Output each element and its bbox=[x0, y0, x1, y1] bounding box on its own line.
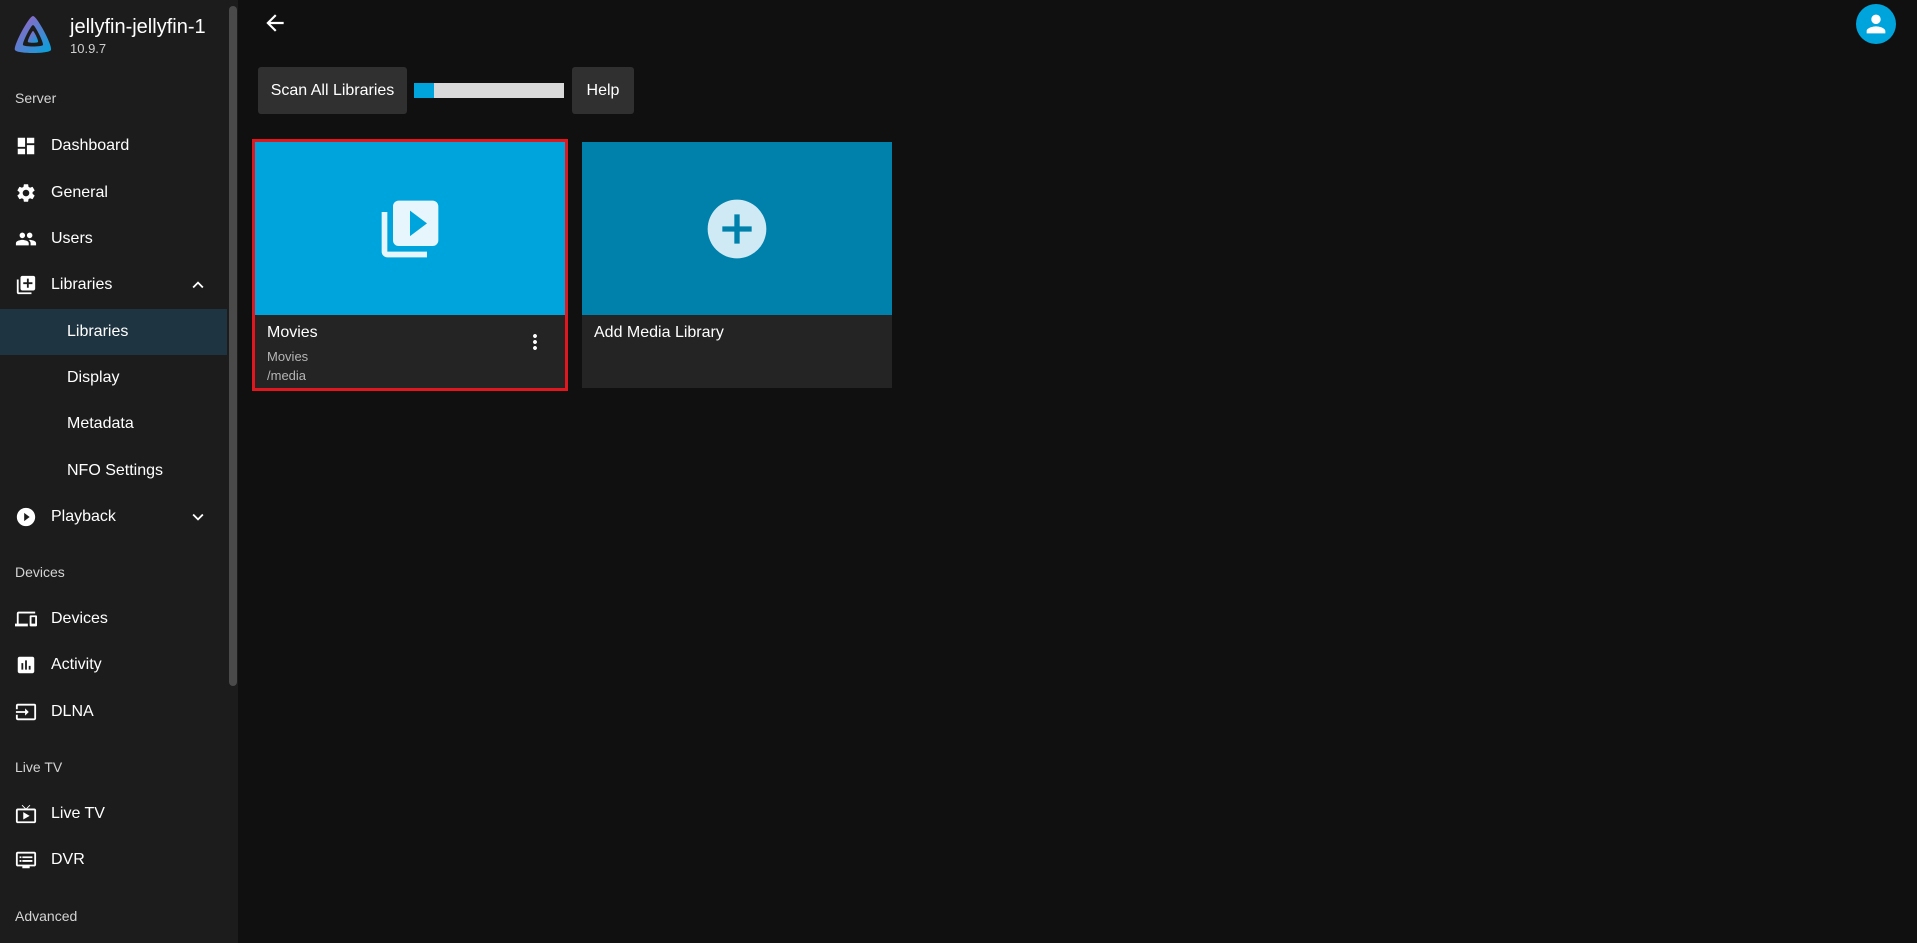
sidebar-item-label: Display bbox=[67, 369, 120, 386]
sidebar-item-label: NFO Settings bbox=[67, 462, 164, 479]
sidebar-item-users[interactable]: Users bbox=[0, 216, 227, 262]
sidebar-subitem-metadata[interactable]: Metadata bbox=[0, 401, 227, 447]
sidebar-item-label: Users bbox=[51, 230, 93, 247]
assessment-icon bbox=[15, 654, 37, 676]
scan-all-libraries-button[interactable]: Scan All Libraries bbox=[258, 67, 407, 114]
input-icon bbox=[15, 701, 37, 723]
sidebar-subitem-libraries[interactable]: Libraries bbox=[0, 309, 227, 355]
add-library-card-image[interactable] bbox=[582, 142, 892, 315]
add-library-title: Add Media Library bbox=[594, 324, 724, 341]
library-type: Movies bbox=[267, 349, 309, 364]
person-icon bbox=[1866, 14, 1886, 34]
scan-progress-bar bbox=[414, 83, 564, 98]
sidebar-item-label: Playback bbox=[51, 508, 116, 525]
sidebar-item-label: Activity bbox=[51, 656, 102, 673]
sidebar-subitem-nfo-settings[interactable]: NFO Settings bbox=[0, 448, 227, 494]
library-title: Movies bbox=[267, 324, 318, 341]
server-name: jellyfin-jellyfin-1 bbox=[70, 16, 206, 38]
add-circle-icon bbox=[707, 199, 767, 258]
library-card-movies[interactable]: Movies Movies /media bbox=[252, 139, 568, 391]
server-version: 10.9.7 bbox=[70, 41, 107, 56]
jellyfin-logo-icon bbox=[14, 16, 52, 53]
library-card-footer: Movies Movies /media bbox=[255, 315, 565, 388]
video-library-icon bbox=[381, 200, 439, 257]
people-icon bbox=[15, 228, 37, 250]
scan-progress-fill bbox=[414, 83, 434, 98]
sidebar-item-label: Libraries bbox=[51, 276, 113, 293]
section-header-live-tv: Live TV bbox=[15, 759, 63, 775]
sidebar: jellyfin-jellyfin-1 10.9.7 Server Dashbo… bbox=[0, 0, 238, 943]
sidebar-item-general[interactable]: General bbox=[0, 170, 227, 216]
section-header-server: Server bbox=[15, 90, 57, 106]
section-header-devices: Devices bbox=[15, 564, 65, 580]
sidebar-item-libraries[interactable]: Libraries bbox=[0, 262, 227, 308]
more-vert-icon[interactable] bbox=[523, 330, 547, 354]
brand[interactable]: jellyfin-jellyfin-1 10.9.7 bbox=[12, 14, 206, 56]
sidebar-item-dvr[interactable]: DVR bbox=[0, 837, 227, 883]
gear-icon bbox=[15, 182, 37, 204]
library-path: /media bbox=[267, 368, 307, 383]
user-avatar-button[interactable] bbox=[1856, 4, 1896, 44]
sidebar-subitem-display[interactable]: Display bbox=[0, 355, 227, 401]
add-media-library-card[interactable]: Add Media Library bbox=[582, 142, 892, 388]
sidebar-item-dashboard[interactable]: Dashboard bbox=[0, 123, 227, 169]
sidebar-item-playback[interactable]: Playback bbox=[0, 494, 227, 540]
sidebar-item-devices[interactable]: Devices bbox=[0, 596, 227, 642]
section-header-advanced: Advanced bbox=[15, 908, 78, 924]
sidebar-item-label: Live TV bbox=[51, 805, 105, 822]
chevron-down-icon[interactable] bbox=[187, 506, 209, 528]
library-add-icon bbox=[15, 274, 37, 296]
play-circle-icon bbox=[15, 506, 37, 528]
dashboard-icon bbox=[15, 135, 37, 157]
back-button[interactable] bbox=[262, 10, 288, 36]
sidebar-item-label: DLNA bbox=[51, 703, 94, 720]
sidebar-item-live-tv[interactable]: Live TV bbox=[0, 791, 227, 837]
sidebar-item-label: Dashboard bbox=[51, 137, 130, 154]
chevron-up-icon[interactable] bbox=[187, 274, 209, 296]
sidebar-item-label: Metadata bbox=[67, 415, 134, 432]
sidebar-item-label: General bbox=[51, 184, 108, 201]
sidebar-item-label: DVR bbox=[51, 851, 85, 868]
live-tv-icon bbox=[15, 803, 37, 825]
dvr-icon bbox=[15, 849, 37, 871]
sidebar-scrollbar-thumb[interactable] bbox=[229, 6, 237, 686]
add-library-card-footer: Add Media Library bbox=[582, 315, 892, 388]
sidebar-item-label: Devices bbox=[51, 610, 108, 627]
sidebar-item-dlna[interactable]: DLNA bbox=[0, 689, 227, 735]
library-card-image[interactable] bbox=[255, 142, 565, 315]
sidebar-item-label: Libraries bbox=[67, 323, 129, 340]
help-button[interactable]: Help bbox=[572, 67, 634, 114]
arrow-back-icon bbox=[266, 14, 284, 32]
devices-icon bbox=[15, 608, 37, 630]
sidebar-item-activity[interactable]: Activity bbox=[0, 642, 227, 688]
